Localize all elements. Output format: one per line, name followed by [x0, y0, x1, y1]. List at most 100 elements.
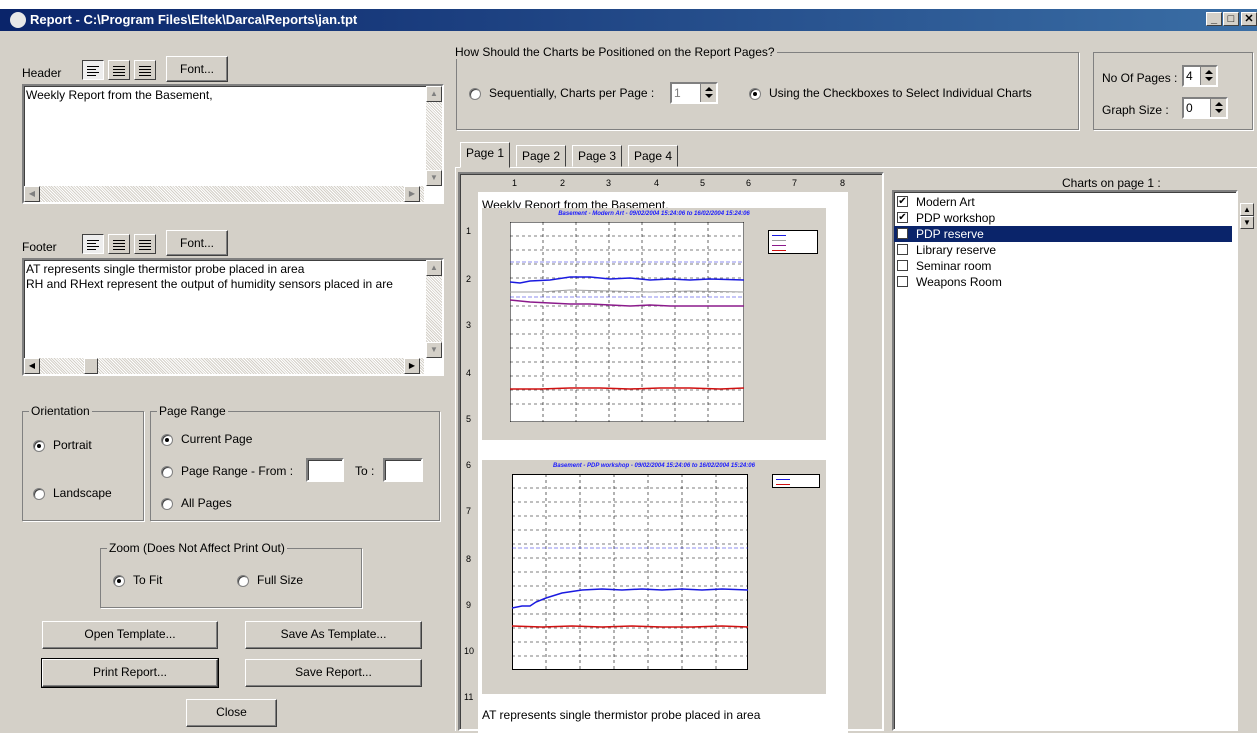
tab-page-4[interactable]: Page 4 — [628, 145, 679, 167]
open-template-button[interactable]: Open Template... — [42, 621, 218, 649]
all-pages-radio[interactable] — [161, 498, 173, 510]
list-item-library-reserve[interactable]: Library reserve — [894, 242, 1232, 258]
tab-page-1[interactable]: Page 1 — [460, 142, 511, 168]
tab-page-2[interactable]: Page 2 — [516, 145, 567, 167]
graph-size-spinner[interactable]: 0 — [1182, 97, 1228, 119]
app-icon — [10, 12, 26, 28]
checkbox-icon[interactable] — [897, 244, 908, 255]
footer-font-button[interactable]: Font... — [166, 230, 228, 256]
header-align-left-icon[interactable] — [82, 60, 104, 80]
close-window-button[interactable]: ✕ — [1241, 12, 1257, 26]
portrait-radio[interactable] — [33, 440, 45, 452]
scroll-up-icon[interactable]: ▲ — [426, 86, 442, 102]
ruler-top-7: 7 — [792, 178, 798, 188]
list-item-label: PDP reserve — [916, 227, 984, 241]
header-text: Weekly Report from the Basement, — [26, 88, 213, 102]
page-from-input[interactable] — [306, 458, 344, 482]
no-of-pages-value: 4 — [1186, 69, 1193, 83]
header-hscroll[interactable]: ◀ ▶ — [24, 186, 424, 202]
list-item-weapons-room[interactable]: Weapons Room — [894, 274, 1232, 290]
no-of-pages-spin-icon[interactable] — [1200, 67, 1216, 85]
footer-vscroll[interactable]: ▲ ▼ — [426, 260, 442, 358]
no-of-pages-spinner[interactable]: 4 — [1182, 65, 1218, 87]
save-as-template-button[interactable]: Save As Template... — [245, 621, 422, 649]
ruler-left-1: 1 — [466, 226, 472, 236]
chart2-legend — [772, 474, 820, 488]
checkboxes-radio[interactable] — [749, 88, 761, 100]
scroll-thumb[interactable] — [84, 358, 98, 374]
move-up-icon[interactable]: ▲ — [1240, 203, 1254, 216]
ruler-left-3: 3 — [466, 320, 472, 330]
positioning-label: How Should the Charts be Positioned on t… — [453, 45, 777, 59]
maximize-button[interactable]: □ — [1223, 12, 1239, 26]
full-size-radio[interactable] — [237, 575, 249, 587]
zoom-group: Zoom (Does Not Affect Print Out) To Fit … — [100, 541, 362, 608]
footer-align-right-icon[interactable] — [134, 234, 156, 254]
charts-per-page-spinner[interactable]: 1 — [670, 82, 718, 104]
header-textarea[interactable]: Weekly Report from the Basement, ▲ ▼ ◀ ▶ — [22, 84, 444, 204]
chart2-plot — [512, 474, 748, 670]
footer-text-line2: RH and RHext represent the output of hum… — [26, 277, 393, 291]
checkbox-checked-icon[interactable]: ✔ — [897, 212, 908, 223]
list-item-pdp-workshop[interactable]: ✔ PDP workshop — [894, 210, 1232, 226]
close-button[interactable]: Close — [186, 699, 277, 727]
footer-hscroll[interactable]: ◀ ▶ — [24, 358, 424, 374]
minimize-button[interactable]: _ — [1206, 12, 1222, 26]
page-to-input[interactable] — [383, 458, 423, 482]
checkbox-checked-icon[interactable]: ✔ — [897, 196, 908, 207]
list-item-pdp-reserve[interactable]: PDP reserve — [894, 226, 1232, 242]
list-item-seminar-room[interactable]: Seminar room — [894, 258, 1232, 274]
landscape-label: Landscape — [53, 486, 112, 500]
chart1-title: Basement - Modern Art - 09/02/2004 15:24… — [558, 211, 750, 217]
charts-list[interactable]: ✔ Modern Art ✔ PDP workshop PDP reserve … — [892, 190, 1238, 731]
to-fit-radio[interactable] — [113, 575, 125, 587]
ruler-left-4: 4 — [466, 368, 472, 378]
scroll-left-icon[interactable]: ◀ — [24, 186, 40, 202]
print-report-button[interactable]: Print Report... — [41, 658, 219, 688]
list-order-spinner[interactable]: ▲ ▼ — [1240, 203, 1254, 229]
title-bar[interactable]: Report - C:\Program Files\Eltek\Darca\Re… — [0, 9, 1257, 31]
current-page-radio[interactable] — [161, 434, 173, 446]
graph-size-label: Graph Size : — [1102, 103, 1169, 117]
charts-per-page-value: 1 — [674, 86, 681, 100]
charts-list-title: Charts on page 1 : — [1062, 176, 1161, 190]
sequential-radio[interactable] — [469, 88, 481, 100]
scroll-right-icon[interactable]: ▶ — [404, 358, 420, 374]
page-range-radio[interactable] — [161, 466, 173, 478]
portrait-label: Portrait — [53, 438, 92, 452]
graph-size-spin-icon[interactable] — [1210, 99, 1226, 117]
move-down-icon[interactable]: ▼ — [1240, 216, 1254, 229]
scroll-down-icon[interactable]: ▼ — [426, 170, 442, 186]
list-item-modern-art[interactable]: ✔ Modern Art — [894, 194, 1232, 210]
ruler-left-9: 9 — [466, 600, 472, 610]
checkbox-icon[interactable] — [897, 228, 908, 239]
ruler-top-3: 3 — [606, 178, 612, 188]
header-align-right-icon[interactable] — [134, 60, 156, 80]
top-strip — [0, 0, 1257, 9]
current-page-label: Current Page — [181, 432, 253, 446]
tab-page-3[interactable]: Page 3 — [572, 145, 623, 167]
ruler-left-8: 8 — [466, 554, 472, 564]
scroll-down-icon[interactable]: ▼ — [426, 342, 442, 358]
page-range-from-label: Page Range - From : — [181, 464, 294, 478]
header-font-button[interactable]: Font... — [166, 56, 228, 82]
checkbox-icon[interactable] — [897, 260, 908, 271]
charts-per-page-spin-icon[interactable] — [700, 84, 716, 102]
scroll-right-icon[interactable]: ▶ — [404, 186, 420, 202]
scroll-up-icon[interactable]: ▲ — [426, 260, 442, 276]
footer-text-line1: AT represents single thermistor probe pl… — [26, 262, 305, 276]
header-align-center-icon[interactable] — [108, 60, 130, 80]
all-pages-label: All Pages — [181, 496, 232, 510]
header-vscroll[interactable]: ▲ ▼ — [426, 86, 442, 186]
checkboxes-label: Using the Checkboxes to Select Individua… — [769, 86, 1032, 100]
footer-textarea[interactable]: AT represents single thermistor probe pl… — [22, 258, 444, 376]
footer-align-center-icon[interactable] — [108, 234, 130, 254]
preview-pane[interactable]: Weekly Report from the Basement, Basemen… — [458, 172, 884, 733]
chart2-title: Basement - PDP workshop - 09/02/2004 15:… — [553, 463, 755, 469]
save-report-button[interactable]: Save Report... — [245, 659, 422, 687]
ruler-left-2: 2 — [466, 274, 472, 284]
landscape-radio[interactable] — [33, 488, 45, 500]
footer-align-left-icon[interactable] — [82, 234, 104, 254]
checkbox-icon[interactable] — [897, 276, 908, 287]
scroll-left-icon[interactable]: ◀ — [24, 358, 40, 374]
